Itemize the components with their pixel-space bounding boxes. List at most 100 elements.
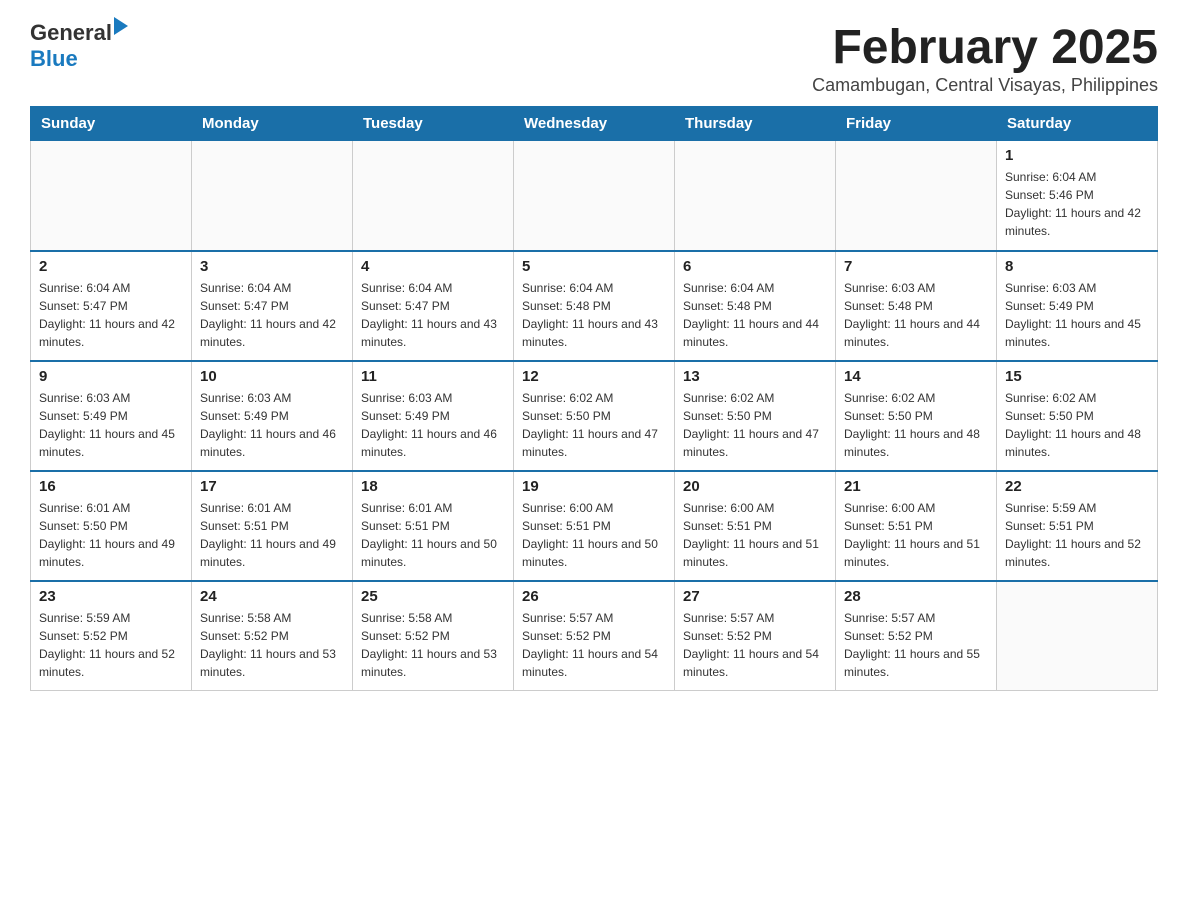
day-info: Sunrise: 5:58 AMSunset: 5:52 PMDaylight:…: [361, 609, 505, 681]
weekday-header-monday: Monday: [192, 107, 353, 141]
day-number: 13: [683, 368, 827, 385]
calendar-week-row: 9 Sunrise: 6:03 AMSunset: 5:49 PMDaylight…: [31, 361, 1158, 471]
weekday-header-friday: Friday: [836, 107, 997, 141]
day-number: 27: [683, 588, 827, 605]
weekday-header-thursday: Thursday: [675, 107, 836, 141]
table-row: 13 Sunrise: 6:02 AMSunset: 5:50 PMDayligh…: [675, 361, 836, 471]
day-info: Sunrise: 6:01 AMSunset: 5:50 PMDaylight:…: [39, 499, 183, 571]
table-row: 20Sunrise: 6:00 AMSunset: 5:51 PMDayligh…: [675, 471, 836, 581]
day-number: 12: [522, 368, 666, 385]
day-number: 28: [844, 588, 988, 605]
day-info: Sunrise: 6:03 AMSunset: 5:49 PMDaylight:…: [361, 389, 505, 461]
page-header: General Blue February 2025 Camambugan, C…: [30, 20, 1158, 96]
day-number: 16: [39, 478, 183, 495]
day-number: 3: [200, 258, 344, 275]
day-info: Sunrise: 6:03 AMSunset: 5:48 PMDaylight:…: [844, 279, 988, 351]
table-row: [31, 141, 192, 251]
day-info: Sunrise: 6:01 AMSunset: 5:51 PMDaylight:…: [361, 499, 505, 571]
day-info: Sunrise: 6:04 AMSunset: 5:48 PMDaylight:…: [522, 279, 666, 351]
day-info: Sunrise: 6:03 AMSunset: 5:49 PMDaylight:…: [39, 389, 183, 461]
day-number: 9: [39, 368, 183, 385]
table-row: 22Sunrise: 5:59 AMSunset: 5:51 PMDayligh…: [997, 471, 1158, 581]
location-title: Camambugan, Central Visayas, Philippines: [812, 75, 1158, 96]
day-info: Sunrise: 6:04 AMSunset: 5:47 PMDaylight:…: [200, 279, 344, 351]
table-row: 24 Sunrise: 5:58 AMSunset: 5:52 PMDayligh…: [192, 581, 353, 691]
title-area: February 2025 Camambugan, Central Visaya…: [812, 20, 1158, 96]
day-info: Sunrise: 5:57 AMSunset: 5:52 PMDaylight:…: [522, 609, 666, 681]
day-number: 2: [39, 258, 183, 275]
day-number: 26: [522, 588, 666, 605]
day-info: Sunrise: 6:03 AMSunset: 5:49 PMDaylight:…: [1005, 279, 1149, 351]
day-number: 19: [522, 478, 666, 495]
day-number: 1: [1005, 147, 1149, 164]
day-info: Sunrise: 5:59 AMSunset: 5:52 PMDaylight:…: [39, 609, 183, 681]
calendar-week-row: 16 Sunrise: 6:01 AMSunset: 5:50 PMDayligh…: [31, 471, 1158, 581]
table-row: 11 Sunrise: 6:03 AMSunset: 5:49 PMDayligh…: [353, 361, 514, 471]
day-number: 24: [200, 588, 344, 605]
day-info: Sunrise: 5:57 AMSunset: 5:52 PMDaylight:…: [844, 609, 988, 681]
table-row: 26 Sunrise: 5:57 AMSunset: 5:52 PMDayligh…: [514, 581, 675, 691]
table-row: [836, 141, 997, 251]
day-info: Sunrise: 6:03 AMSunset: 5:49 PMDaylight:…: [200, 389, 344, 461]
calendar-table: SundayMondayTuesdayWednesdayThursdayFrid…: [30, 106, 1158, 691]
table-row: [353, 141, 514, 251]
day-number: 17: [200, 478, 344, 495]
day-number: 18: [361, 478, 505, 495]
day-info: Sunrise: 6:00 AMSunset: 5:51 PMDaylight:…: [522, 499, 666, 571]
table-row: 9 Sunrise: 6:03 AMSunset: 5:49 PMDaylight…: [31, 361, 192, 471]
table-row: 4 Sunrise: 6:04 AMSunset: 5:47 PMDaylight…: [353, 251, 514, 361]
day-info: Sunrise: 6:04 AMSunset: 5:46 PMDaylight:…: [1005, 168, 1149, 240]
table-row: 19 Sunrise: 6:00 AMSunset: 5:51 PMDayligh…: [514, 471, 675, 581]
weekday-header-tuesday: Tuesday: [353, 107, 514, 141]
table-row: 6 Sunrise: 6:04 AMSunset: 5:48 PMDaylight…: [675, 251, 836, 361]
weekday-header-row: SundayMondayTuesdayWednesdayThursdayFrid…: [31, 107, 1158, 141]
day-info: Sunrise: 6:04 AMSunset: 5:48 PMDaylight:…: [683, 279, 827, 351]
logo-blue-text: Blue: [30, 46, 78, 72]
calendar-week-row: 2 Sunrise: 6:04 AMSunset: 5:47 PMDaylight…: [31, 251, 1158, 361]
table-row: 28 Sunrise: 5:57 AMSunset: 5:52 PMDayligh…: [836, 581, 997, 691]
table-row: [997, 581, 1158, 691]
table-row: 1 Sunrise: 6:04 AMSunset: 5:46 PMDaylight…: [997, 141, 1158, 251]
day-number: 25: [361, 588, 505, 605]
table-row: 2Sunrise: 6:04 AMSunset: 5:47 PMDaylight…: [31, 251, 192, 361]
day-number: 11: [361, 368, 505, 385]
weekday-header-saturday: Saturday: [997, 107, 1158, 141]
day-number: 4: [361, 258, 505, 275]
day-number: 7: [844, 258, 988, 275]
calendar-week-row: 23 Sunrise: 5:59 AMSunset: 5:52 PMDayligh…: [31, 581, 1158, 691]
day-info: Sunrise: 6:00 AMSunset: 5:51 PMDaylight:…: [844, 499, 988, 571]
weekday-header-wednesday: Wednesday: [514, 107, 675, 141]
day-info: Sunrise: 6:02 AMSunset: 5:50 PMDaylight:…: [844, 389, 988, 461]
weekday-header-sunday: Sunday: [31, 107, 192, 141]
table-row: 21 Sunrise: 6:00 AMSunset: 5:51 PMDayligh…: [836, 471, 997, 581]
day-info: Sunrise: 6:01 AMSunset: 5:51 PMDaylight:…: [200, 499, 344, 571]
table-row: 17 Sunrise: 6:01 AMSunset: 5:51 PMDayligh…: [192, 471, 353, 581]
day-number: 21: [844, 478, 988, 495]
table-row: 8 Sunrise: 6:03 AMSunset: 5:49 PMDaylight…: [997, 251, 1158, 361]
day-number: 15: [1005, 368, 1149, 385]
table-row: 16 Sunrise: 6:01 AMSunset: 5:50 PMDayligh…: [31, 471, 192, 581]
day-info: Sunrise: 6:04 AMSunset: 5:47 PMDaylight:…: [361, 279, 505, 351]
table-row: 12 Sunrise: 6:02 AMSunset: 5:50 PMDayligh…: [514, 361, 675, 471]
day-number: 14: [844, 368, 988, 385]
day-info: Sunrise: 6:02 AMSunset: 5:50 PMDaylight:…: [683, 389, 827, 461]
table-row: 27 Sunrise: 5:57 AMSunset: 5:52 PMDayligh…: [675, 581, 836, 691]
table-row: 18 Sunrise: 6:01 AMSunset: 5:51 PMDayligh…: [353, 471, 514, 581]
day-info: Sunrise: 5:58 AMSunset: 5:52 PMDaylight:…: [200, 609, 344, 681]
table-row: 15Sunrise: 6:02 AMSunset: 5:50 PMDayligh…: [997, 361, 1158, 471]
day-number: 10: [200, 368, 344, 385]
day-info: Sunrise: 5:57 AMSunset: 5:52 PMDaylight:…: [683, 609, 827, 681]
table-row: 25 Sunrise: 5:58 AMSunset: 5:52 PMDayligh…: [353, 581, 514, 691]
day-number: 8: [1005, 258, 1149, 275]
calendar-week-row: 1 Sunrise: 6:04 AMSunset: 5:46 PMDaylight…: [31, 141, 1158, 251]
day-info: Sunrise: 6:00 AMSunset: 5:51 PMDaylight:…: [683, 499, 827, 571]
day-number: 23: [39, 588, 183, 605]
table-row: 5Sunrise: 6:04 AMSunset: 5:48 PMDaylight…: [514, 251, 675, 361]
table-row: [675, 141, 836, 251]
day-number: 22: [1005, 478, 1149, 495]
day-info: Sunrise: 6:02 AMSunset: 5:50 PMDaylight:…: [522, 389, 666, 461]
table-row: 14 Sunrise: 6:02 AMSunset: 5:50 PMDayligh…: [836, 361, 997, 471]
table-row: 7 Sunrise: 6:03 AMSunset: 5:48 PMDaylight…: [836, 251, 997, 361]
table-row: 23 Sunrise: 5:59 AMSunset: 5:52 PMDayligh…: [31, 581, 192, 691]
day-number: 6: [683, 258, 827, 275]
